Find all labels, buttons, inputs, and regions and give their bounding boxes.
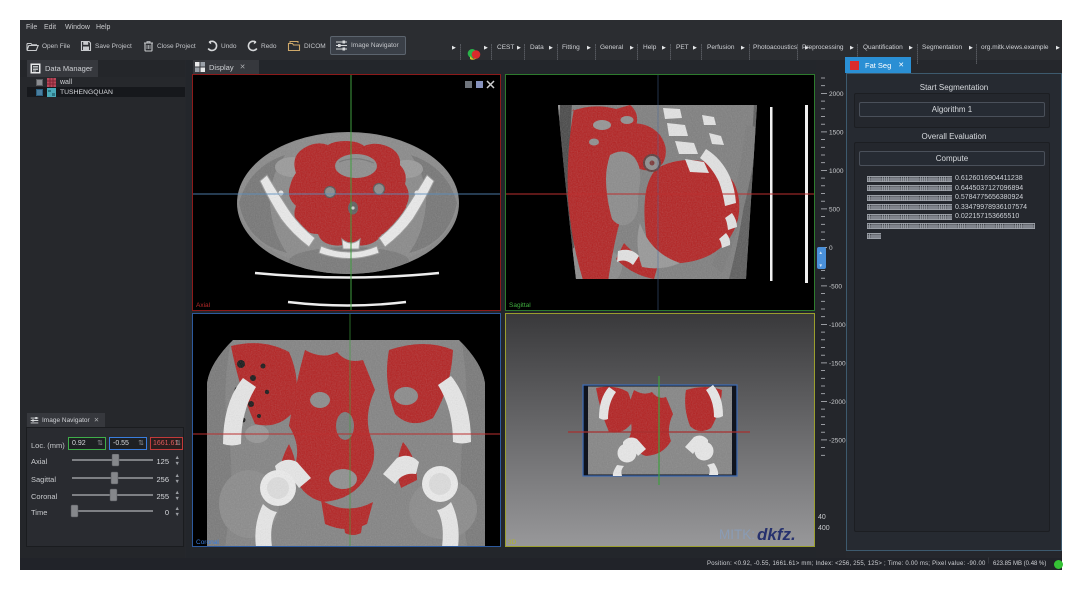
svg-text:Coronal: Coronal <box>196 539 219 546</box>
svg-text:2000: 2000 <box>829 91 844 98</box>
svg-text:1500: 1500 <box>829 129 844 136</box>
svg-text:▼: ▼ <box>819 263 823 268</box>
svg-text:3D: 3D <box>508 539 517 546</box>
svg-text:▲: ▲ <box>819 250 823 255</box>
svg-text:-1000: -1000 <box>829 322 846 329</box>
svg-text:500: 500 <box>829 206 840 213</box>
svg-text:-2500: -2500 <box>829 437 846 444</box>
svg-text:dkfz.: dkfz. <box>757 525 796 544</box>
svg-text:-2000: -2000 <box>829 399 846 406</box>
svg-text:Sagittal: Sagittal <box>509 302 531 309</box>
svg-text:-1500: -1500 <box>829 360 846 367</box>
svg-text:Axial: Axial <box>196 302 211 309</box>
svg-text:0: 0 <box>829 245 833 252</box>
svg-text:1000: 1000 <box>829 168 844 175</box>
svg-text:-500: -500 <box>829 283 842 290</box>
svg-text:MITK:: MITK: <box>719 527 755 542</box>
